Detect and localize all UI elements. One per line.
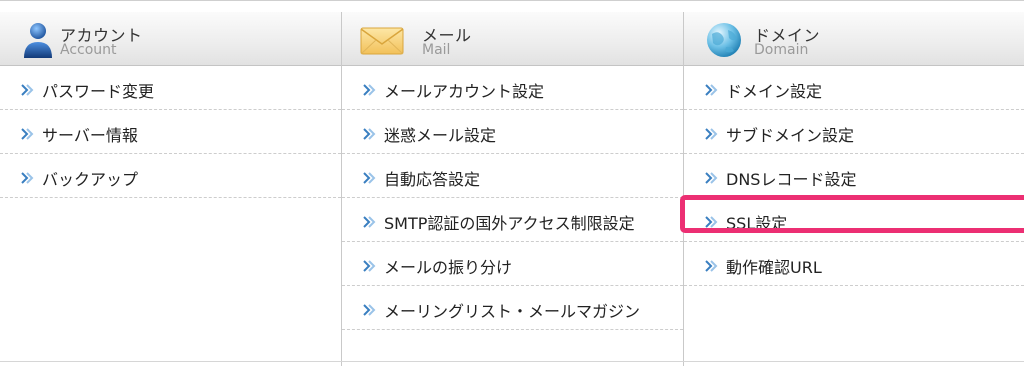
arrow-icon (705, 128, 718, 140)
account-column: アカウント Account パスワード変更 サーバー情報 バックアップ (0, 12, 341, 366)
mail-column: メール Mail メールアカウント設定 迷惑メール設定 自動応答設定 SMTP認… (341, 12, 683, 366)
menu-item-backup[interactable]: バックアップ (0, 154, 341, 198)
menu-item-autoreply[interactable]: 自動応答設定 (342, 154, 683, 198)
menu-item-subdomain[interactable]: サブドメイン設定 (684, 110, 1024, 154)
menu-item-label: サブドメイン設定 (726, 126, 855, 145)
account-header: アカウント Account (0, 12, 341, 66)
mail-envelope-icon (360, 27, 404, 55)
arrow-icon (363, 304, 376, 316)
menu-item-server-info[interactable]: サーバー情報 (0, 110, 341, 154)
menu-item-label: 迷惑メール設定 (384, 126, 497, 145)
menu-item-label: 自動応答設定 (384, 170, 481, 189)
arrow-icon (21, 128, 34, 140)
domain-subtitle: Domain (754, 42, 809, 58)
arrow-icon (363, 84, 376, 96)
mail-subtitle: Mail (422, 42, 451, 58)
arrow-icon (363, 128, 376, 140)
arrow-icon (363, 216, 376, 228)
account-icon (24, 23, 52, 58)
menu-item-label: サーバー情報 (42, 126, 138, 145)
arrow-icon (363, 172, 376, 184)
menu-item-mail-account[interactable]: メールアカウント設定 (342, 66, 683, 110)
menu-item-ssl-settings[interactable]: SSL設定 (684, 198, 1024, 242)
arrow-icon (705, 172, 718, 184)
menu-item-password-change[interactable]: パスワード変更 (0, 66, 341, 110)
menu-item-label: バックアップ (42, 170, 139, 189)
domain-column: ドメイン Domain ドメイン設定 サブドメイン設定 DNSレコード設定 SS… (683, 12, 1024, 366)
menu-item-label: メールの振り分け (384, 258, 513, 277)
menu-item-smtp-restriction[interactable]: SMTP認証の国外アクセス制限設定 (342, 198, 683, 242)
menu-item-test-url[interactable]: 動作確認URL (684, 242, 1024, 286)
domain-globe-icon (707, 23, 741, 57)
menu-item-label: SMTP認証の国外アクセス制限設定 (384, 214, 635, 233)
menu-item-label: メーリングリスト・メールマガジン (384, 302, 641, 321)
menu-item-label: 動作確認URL (726, 258, 822, 277)
menu-item-dns-record[interactable]: DNSレコード設定 (684, 154, 1024, 198)
menu-item-label: パスワード変更 (42, 82, 155, 101)
arrow-icon (21, 84, 34, 96)
menu-item-label: メールアカウント設定 (384, 82, 545, 101)
menu-item-label: SSL設定 (726, 214, 788, 233)
menu-item-label: DNSレコード設定 (726, 170, 857, 189)
domain-header: ドメイン Domain (684, 12, 1024, 66)
menu-item-domain-settings[interactable]: ドメイン設定 (684, 66, 1024, 110)
arrow-icon (363, 260, 376, 272)
account-subtitle: Account (60, 42, 117, 58)
arrow-icon (705, 216, 718, 228)
arrow-icon (705, 260, 718, 272)
mail-header: メール Mail (342, 12, 683, 66)
menu-item-spam[interactable]: 迷惑メール設定 (342, 110, 683, 154)
menu-item-label: ドメイン設定 (726, 82, 823, 101)
menu-item-mail-filter[interactable]: メールの振り分け (342, 242, 683, 286)
bottom-divider (0, 361, 1024, 362)
menu-panel: アカウント Account パスワード変更 サーバー情報 バックアップ メール … (0, 0, 1024, 366)
arrow-icon (21, 172, 34, 184)
arrow-icon (705, 84, 718, 96)
menu-item-mailing-list[interactable]: メーリングリスト・メールマガジン (342, 286, 683, 330)
